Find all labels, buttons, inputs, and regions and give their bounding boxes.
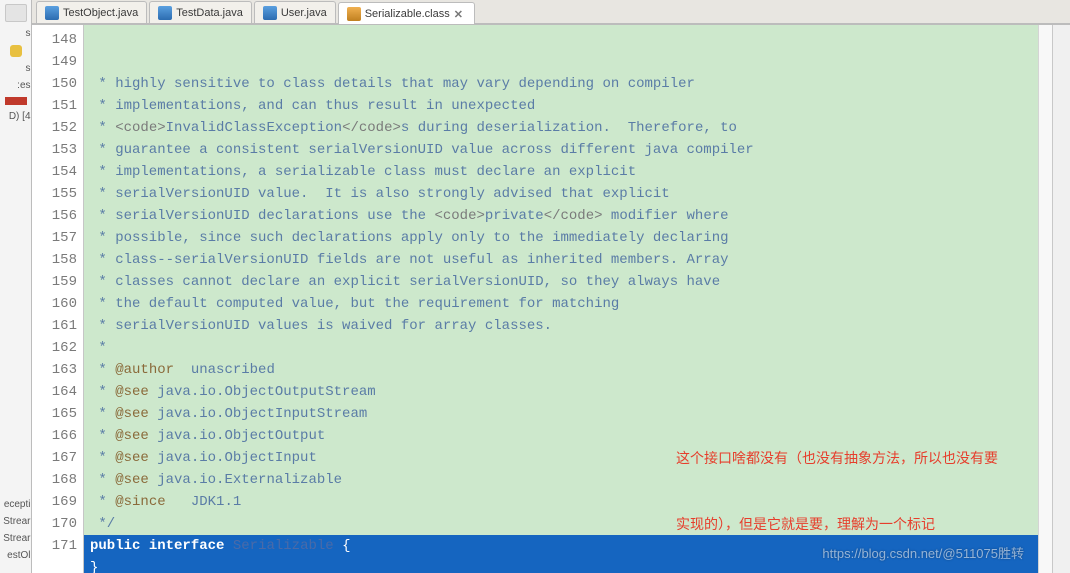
- code-editor[interactable]: 1481491501511521531541551561571581591601…: [32, 24, 1070, 573]
- watermark-text: https://blog.csdn.net/@511075胜转: [822, 543, 1024, 565]
- line-number: 164: [32, 381, 77, 403]
- line-number: 166: [32, 425, 77, 447]
- line-number: 153: [32, 139, 77, 161]
- code-line[interactable]: * @author unascribed: [90, 359, 1038, 381]
- class-file-icon: [347, 7, 361, 21]
- line-number: 171: [32, 535, 77, 557]
- code-line[interactable]: * classes cannot declare an explicit ser…: [90, 271, 1038, 293]
- line-number: 150: [32, 73, 77, 95]
- code-line[interactable]: * guarantee a consistent serialVersionUI…: [90, 139, 1038, 161]
- tab-label: TestObject.java: [63, 7, 138, 19]
- sidebar-stub: [5, 4, 27, 22]
- editor-tab[interactable]: Serializable.class ✕: [338, 2, 475, 24]
- line-number: 167: [32, 447, 77, 469]
- warning-icon: [10, 45, 22, 57]
- code-line[interactable]: * @see java.io.ObjectOutputStream: [90, 381, 1038, 403]
- vertical-scrollbar[interactable]: [1052, 25, 1070, 573]
- line-number: 149: [32, 51, 77, 73]
- sidebar-bottom-label: ecepti: [1, 499, 31, 510]
- editor-tabbar: TestObject.java TestData.java User.java Ser…: [32, 0, 1070, 24]
- code-line[interactable]: * implementations, a serializable class …: [90, 161, 1038, 183]
- sidebar-label: s: [1, 28, 31, 39]
- sidebar-bottom-label: Strear: [1, 533, 31, 544]
- code-line[interactable]: * <code>InvalidClassException</code>s du…: [90, 117, 1038, 139]
- editor-tab[interactable]: User.java: [254, 1, 336, 23]
- close-icon[interactable]: ✕: [454, 8, 466, 20]
- line-number: 168: [32, 469, 77, 491]
- code-line[interactable]: * class--serialVersionUID fields are not…: [90, 249, 1038, 271]
- line-number: 156: [32, 205, 77, 227]
- line-number: 157: [32, 227, 77, 249]
- java-file-icon: [45, 6, 59, 20]
- left-sidebar: s s es: 4] (D ecepti Strear Strear estOl: [0, 0, 32, 573]
- line-number: 154: [32, 161, 77, 183]
- code-line[interactable]: * serialVersionUID value. It is also str…: [90, 183, 1038, 205]
- line-number: 151: [32, 95, 77, 117]
- line-number: 170: [32, 513, 77, 535]
- annotation-line: 实现的），但是它就是要，理解为一个标记: [676, 513, 998, 535]
- code-line[interactable]: * implementations, and can thus result i…: [90, 95, 1038, 117]
- code-line[interactable]: * serialVersionUID declarations use the …: [90, 205, 1038, 227]
- app-root: s s es: 4] (D ecepti Strear Strear estOl…: [0, 0, 1070, 573]
- tab-label: TestData.java: [176, 7, 243, 19]
- sidebar-bottom-label: Strear: [1, 516, 31, 527]
- line-number: 169: [32, 491, 77, 513]
- annotation-line: 这个接口啥都没有（也没有抽象方法，所以也没有要: [676, 447, 998, 469]
- tab-label: User.java: [281, 7, 327, 19]
- overview-ruler: [1038, 25, 1052, 573]
- code-line[interactable]: *: [90, 337, 1038, 359]
- main-area: TestObject.java TestData.java User.java Ser…: [32, 0, 1070, 573]
- code-line[interactable]: * the default computed value, but the re…: [90, 293, 1038, 315]
- editor-tab[interactable]: TestData.java: [149, 1, 252, 23]
- code-area[interactable]: * highly sensitive to class details that…: [84, 25, 1038, 573]
- line-number-gutter: 1481491501511521531541551561571581591601…: [32, 25, 84, 573]
- code-line[interactable]: * highly sensitive to class details that…: [90, 73, 1038, 95]
- error-bar: [5, 97, 27, 105]
- line-number: 165: [32, 403, 77, 425]
- code-line[interactable]: * possible, since such declarations appl…: [90, 227, 1038, 249]
- line-number: 158: [32, 249, 77, 271]
- line-number: 155: [32, 183, 77, 205]
- line-number: 161: [32, 315, 77, 337]
- java-file-icon: [263, 6, 277, 20]
- line-number: 148: [32, 29, 77, 51]
- tab-label: Serializable.class: [365, 8, 450, 20]
- sidebar-label: 4] (D: [1, 111, 31, 122]
- java-file-icon: [158, 6, 172, 20]
- line-number: 152: [32, 117, 77, 139]
- sidebar-label: es:: [1, 80, 31, 91]
- line-number: 159: [32, 271, 77, 293]
- sidebar-bottom-label: estOl: [1, 550, 31, 561]
- line-number: 162: [32, 337, 77, 359]
- line-number: 160: [32, 293, 77, 315]
- editor-tab[interactable]: TestObject.java: [36, 1, 147, 23]
- sidebar-label: s: [1, 63, 31, 74]
- line-number: 163: [32, 359, 77, 381]
- code-line[interactable]: * serialVersionUID values is waived for …: [90, 315, 1038, 337]
